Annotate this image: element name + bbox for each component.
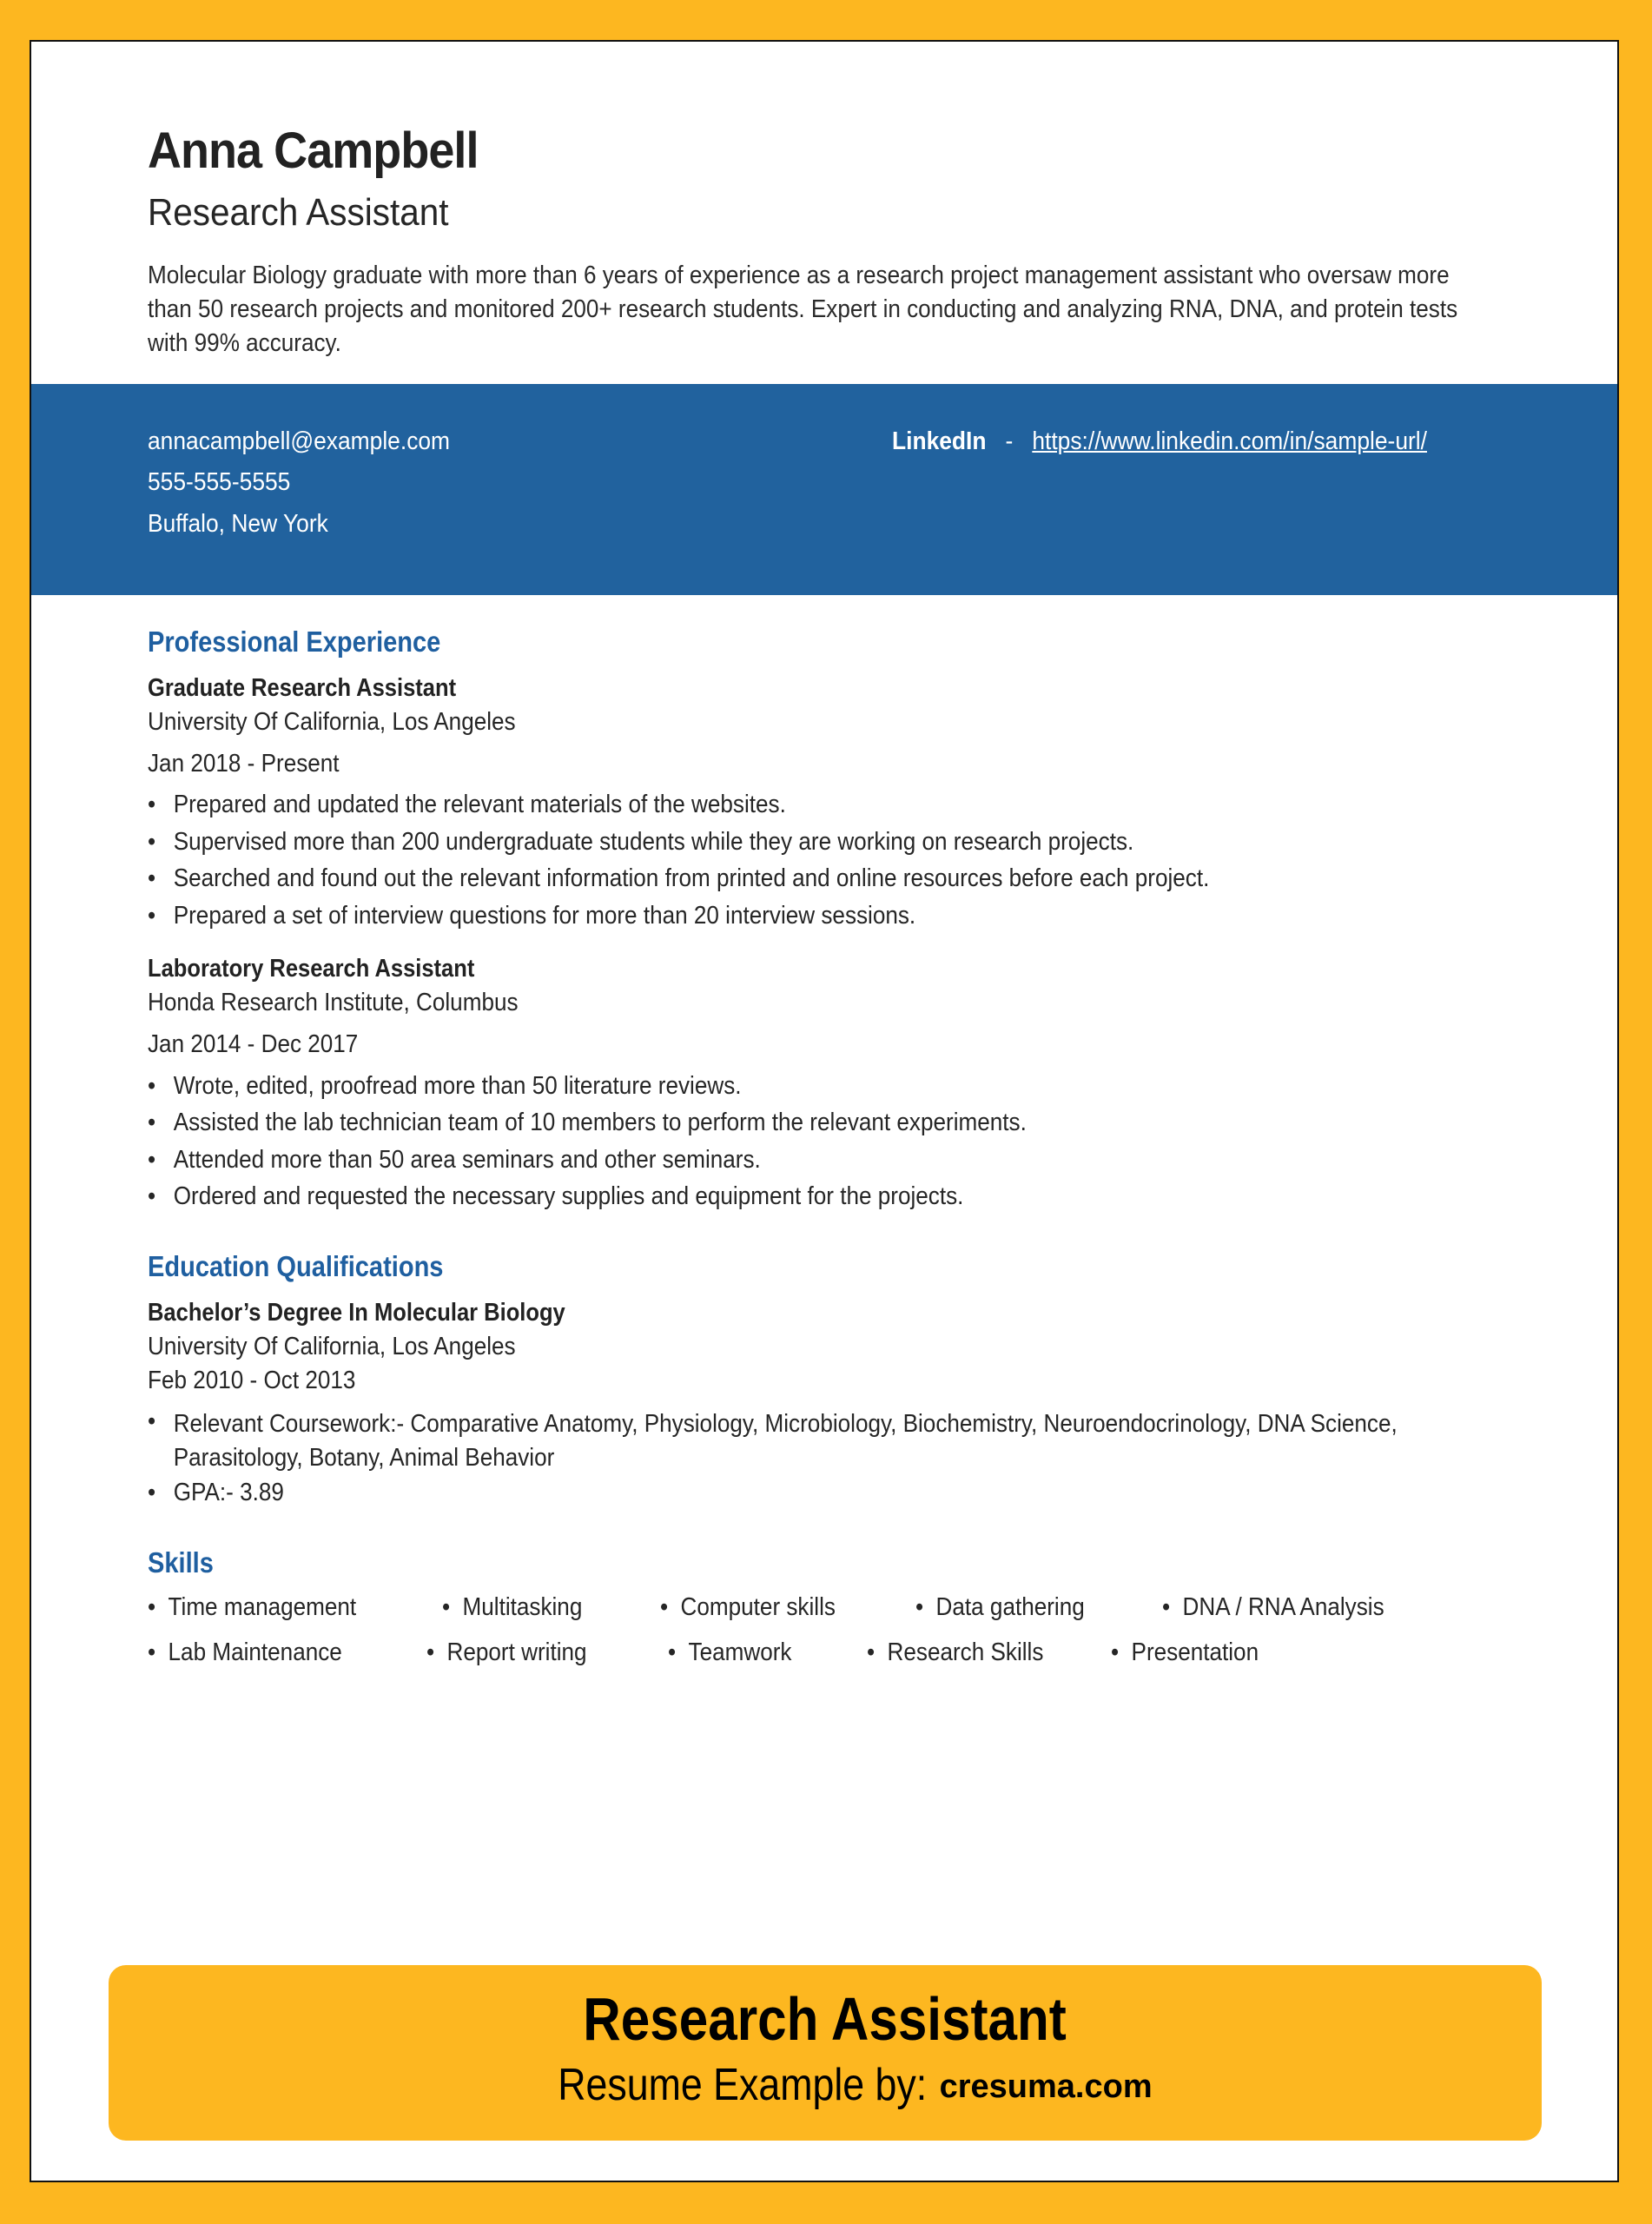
contact-band: annacampbell@example.com 555-555-5555 Bu…	[31, 384, 1617, 595]
skill-item: • Presentation	[1111, 1638, 1259, 1666]
bullet-icon: •	[148, 1072, 156, 1100]
skill-item: • Multitasking	[442, 1593, 583, 1621]
bullet-icon: •	[148, 1146, 156, 1174]
bullet-icon: •	[867, 1638, 876, 1666]
banner-byline: Resume Example by:	[558, 2060, 928, 2110]
skill-item: • DNA / RNA Analysis	[1162, 1593, 1384, 1621]
bullet-icon: •	[668, 1638, 677, 1666]
bullet-icon: •	[442, 1593, 451, 1621]
bullet-icon: •	[915, 1593, 924, 1621]
bullet-icon: •	[148, 1638, 156, 1666]
bullet-icon: •	[148, 902, 156, 930]
bullet-icon: •	[148, 1182, 156, 1210]
job-company: Honda Research Institute, Columbus	[148, 989, 519, 1016]
skill-item: • Computer skills	[660, 1593, 836, 1621]
banner-site-link[interactable]: cresuma.com	[940, 2068, 1153, 2106]
bullet-icon: •	[148, 1407, 156, 1435]
skill-item: • Teamwork	[668, 1638, 792, 1666]
candidate-name: Anna Campbell	[148, 122, 479, 179]
degree-title: Bachelor’s Degree In Molecular Biology	[148, 1299, 565, 1327]
job-title: Graduate Research Assistant	[148, 674, 457, 702]
school-name: University Of California, Los Angeles	[148, 1333, 516, 1360]
skill-item: • Research Skills	[867, 1638, 1044, 1666]
contact-location: Buffalo, New York	[148, 510, 328, 538]
skill-item: • Time management	[148, 1593, 357, 1621]
section-heading-experience: Professional Experience	[148, 626, 441, 658]
candidate-title: Research Assistant	[148, 191, 449, 234]
bullet-icon: •	[148, 1479, 156, 1506]
job-dates: Jan 2018 - Present	[148, 750, 340, 778]
skill-item: • Lab Maintenance	[148, 1638, 342, 1666]
banner-subtitle: Resume Example by: cresuma.com	[109, 2059, 1542, 2111]
contact-linkedin: LinkedIn - https://www.linkedin.com/in/s…	[892, 427, 1427, 456]
section-heading-education: Education Qualifications	[148, 1250, 444, 1282]
bullet-icon: •	[148, 864, 156, 892]
contact-email[interactable]: annacampbell@example.com	[148, 427, 450, 456]
resume-page: Anna Campbell Research Assistant Molecul…	[30, 40, 1619, 2182]
education-dates: Feb 2010 - Oct 2013	[148, 1367, 356, 1394]
bullet-icon: •	[148, 828, 156, 856]
section-heading-skills: Skills	[148, 1546, 214, 1579]
skill-item: • Report writing	[426, 1638, 587, 1666]
bullet-icon: •	[1162, 1593, 1171, 1621]
bullet-icon: •	[1111, 1638, 1120, 1666]
job-dates: Jan 2014 - Dec 2017	[148, 1030, 359, 1058]
linkedin-separator: -	[1005, 427, 1014, 455]
bullet-icon: •	[148, 791, 156, 818]
bullet-icon: •	[426, 1638, 435, 1666]
bullet-icon: •	[148, 1109, 156, 1136]
banner-title: Research Assistant	[583, 1985, 1067, 2053]
contact-phone: 555-555-5555	[148, 468, 291, 496]
bullet-icon: •	[660, 1593, 669, 1621]
linkedin-label: LinkedIn	[892, 427, 987, 455]
footer-banner: Research Assistant Resume Example by: cre…	[109, 1965, 1542, 2141]
summary-text: Molecular Biology graduate with more tha…	[148, 261, 1458, 357]
job-company: University Of California, Los Angeles	[148, 708, 516, 736]
skill-item: • Data gathering	[915, 1593, 1085, 1621]
bullet-icon: •	[148, 1593, 156, 1621]
job-title: Laboratory Research Assistant	[148, 955, 475, 983]
linkedin-url-link[interactable]: https://www.linkedin.com/in/sample-url/	[1032, 427, 1427, 455]
